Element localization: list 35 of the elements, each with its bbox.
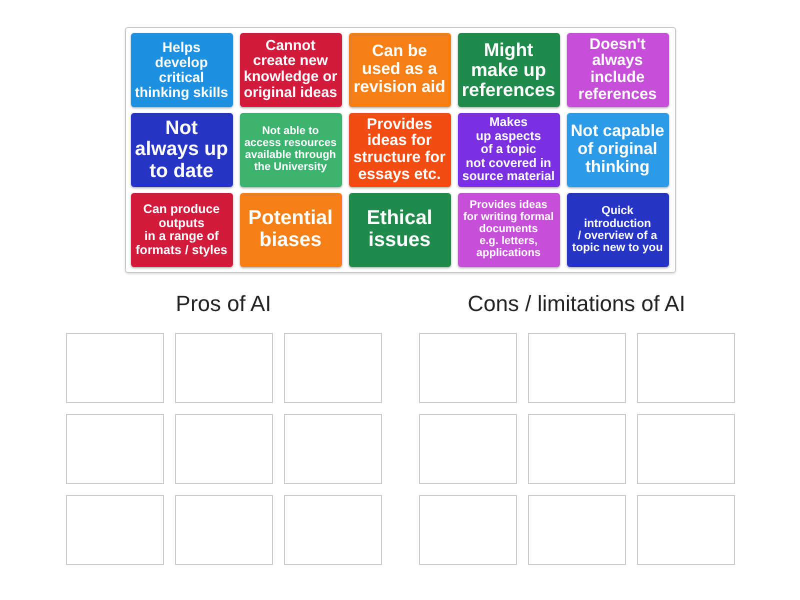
group-heading: Cons / limitations of AI [468,293,686,315]
drop-slot[interactable] [418,414,516,484]
answer-tile[interactable]: Can produce outputs in a range of formats / styles [130,193,232,267]
drop-slot[interactable] [284,414,382,484]
drop-slot[interactable] [174,333,272,403]
answer-tile[interactable]: Cannot create new knowledge or original ideas [240,33,342,107]
drop-slot[interactable] [418,333,516,403]
answer-tile[interactable]: Might make up references [458,33,560,107]
answer-tile[interactable]: Not always up to date [130,113,232,187]
drop-slot[interactable] [174,495,272,565]
answer-tile[interactable]: Provides ideas for structure for essays etc. [348,113,450,187]
answer-tile[interactable]: Can be used as a revision aid [348,33,450,107]
answer-tile[interactable]: Potential biases [240,193,342,267]
drop-slot[interactable] [66,333,164,403]
answer-tile[interactable]: Ethical issues [348,193,450,267]
answer-tile[interactable]: Helps develop critical thinking skills [130,33,232,107]
answer-tile[interactable]: Not able to access resources available through the University [240,113,342,187]
drop-slot[interactable] [66,495,164,565]
drop-slot[interactable] [66,414,164,484]
answer-tile[interactable]: Not capable of original thinking [566,113,668,187]
drop-slot[interactable] [636,495,734,565]
drop-slot[interactable] [528,333,626,403]
drop-slot[interactable] [284,495,382,565]
drop-slot[interactable] [528,414,626,484]
group-heading: Pros of AI [176,293,272,315]
answer-tile[interactable]: Doesn't always include references [566,33,668,107]
drop-slot[interactable] [418,495,516,565]
drop-slot[interactable] [528,495,626,565]
drop-slot[interactable] [636,414,734,484]
drop-slot[interactable] [636,333,734,403]
answer-tile[interactable]: Provides ideas for writing formal documents e.g. letters, applications [458,193,560,267]
answer-tile[interactable]: Makes up aspects of a topic not covered in source material [458,113,560,187]
drop-slot[interactable] [284,333,382,403]
drop-slot[interactable] [174,414,272,484]
answer-tile[interactable]: Quick introduction / overview of a topic new to you [566,193,668,267]
